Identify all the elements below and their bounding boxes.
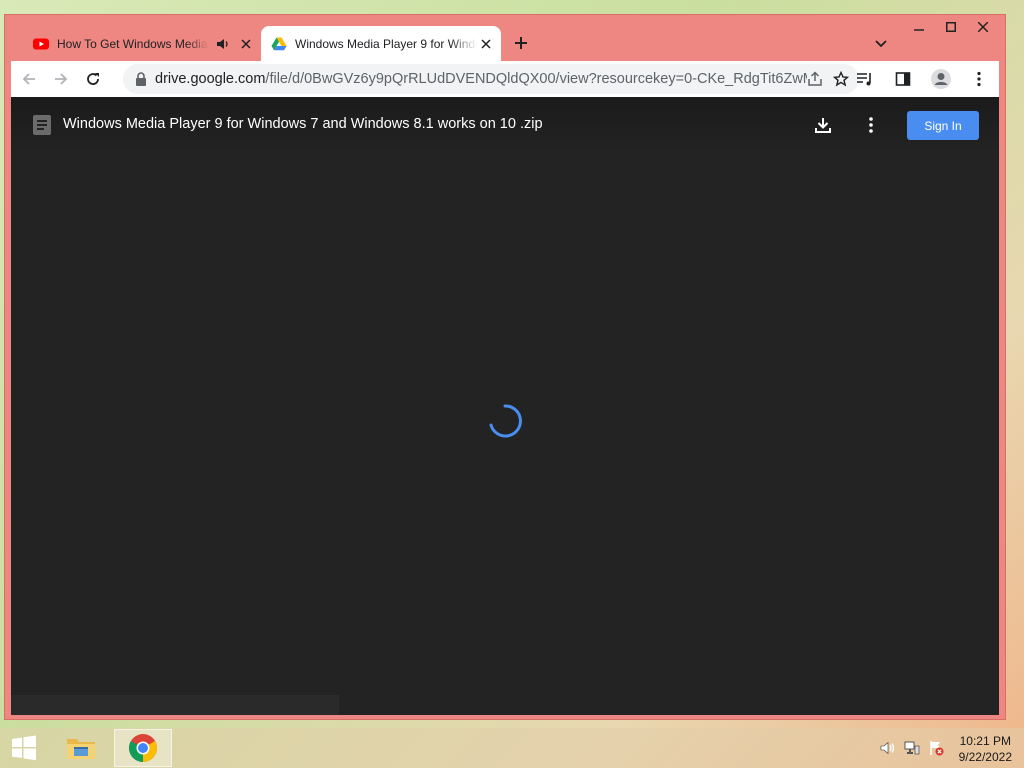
network-icon[interactable] [904,740,920,756]
start-button[interactable] [4,732,44,764]
action-center-flag-icon[interactable] [928,740,944,756]
tab-search-button[interactable] [871,34,891,54]
system-tray [880,740,944,756]
chrome-icon [129,734,157,762]
kebab-menu-icon [869,117,873,133]
media-controls-button[interactable] [851,65,879,93]
viewer-header: Windows Media Player 9 for Windows 7 and… [11,97,999,153]
tab-title: Windows Media Player 9 for Windows 7 and… [295,36,477,51]
browser-window: How To Get Windows Media Player 9 Window… [4,14,1006,720]
download-icon [815,118,831,133]
side-panel-icon [895,72,911,86]
tab-google-drive[interactable]: Windows Media Player 9 for Windows 7 and… [261,26,501,61]
volume-icon[interactable] [880,740,896,756]
playlist-icon [857,73,871,86]
folder-icon [67,739,95,759]
url-path: /file/d/0BwGVz6y9pQrRLUdDVENDQldQX00/vie… [265,71,807,87]
maximize-icon [946,22,956,32]
status-bar [11,695,339,715]
window-controls [903,15,999,39]
maximize-button[interactable] [935,15,967,39]
taskbar-chrome[interactable] [114,729,172,767]
drive-viewer: Windows Media Player 9 for Windows 7 and… [11,97,999,715]
close-tab-icon[interactable] [237,35,255,53]
windows-logo-icon [12,735,36,761]
clock-time: 10:21 PM [959,734,1011,748]
reload-button[interactable] [79,65,107,93]
profile-button[interactable] [927,65,955,93]
chrome-menu-button[interactable] [965,65,993,93]
arrow-right-icon [55,73,68,85]
back-button[interactable] [15,65,43,93]
clock-date: 9/22/2022 [958,750,1012,764]
close-icon [978,22,988,32]
address-bar[interactable]: drive.google.com/file/d/0BwGVz6y9pQrRLUd… [123,64,859,94]
forward-button[interactable] [47,65,75,93]
taskbar: 10:21 PM 9/22/2022 [0,728,1024,768]
url-text: drive.google.com/file/d/0BwGVz6y9pQrRLUd… [155,71,807,87]
minimize-icon [914,29,924,31]
new-tab-button[interactable] [510,32,532,54]
reload-icon [87,73,99,85]
close-tab-icon[interactable] [477,35,495,53]
side-panel-button[interactable] [889,65,917,93]
avatar-icon [931,69,951,89]
system-clock[interactable]: 10:21 PM 9/22/2022 [959,733,1012,765]
lock-icon[interactable] [135,72,147,86]
plus-icon [515,37,527,49]
google-drive-icon [271,37,287,50]
kebab-menu-icon [977,71,981,87]
speaker-icon[interactable] [215,36,231,52]
tab-youtube[interactable]: How To Get Windows Media Player 9 [27,26,261,61]
close-window-button[interactable] [967,15,999,39]
minimize-button[interactable] [903,15,935,39]
youtube-icon [33,38,49,49]
share-icon[interactable] [807,71,823,87]
browser-toolbar: drive.google.com/file/d/0BwGVz6y9pQrRLUd… [11,61,999,97]
archive-file-icon [33,115,51,135]
tab-title: How To Get Windows Media Player 9 [57,36,209,51]
arrow-left-icon [22,73,35,85]
title-bar[interactable]: How To Get Windows Media Player 9 Window… [5,15,1005,61]
download-button[interactable] [811,113,835,137]
sign-in-button[interactable]: Sign In [907,111,979,140]
more-actions-button[interactable] [859,113,883,137]
url-host: drive.google.com [155,71,266,87]
taskbar-file-explorer[interactable] [52,729,110,767]
loading-spinner-icon [489,404,522,438]
chevron-down-icon [875,40,887,48]
file-title: Windows Media Player 9 for Windows 7 and… [63,116,543,132]
